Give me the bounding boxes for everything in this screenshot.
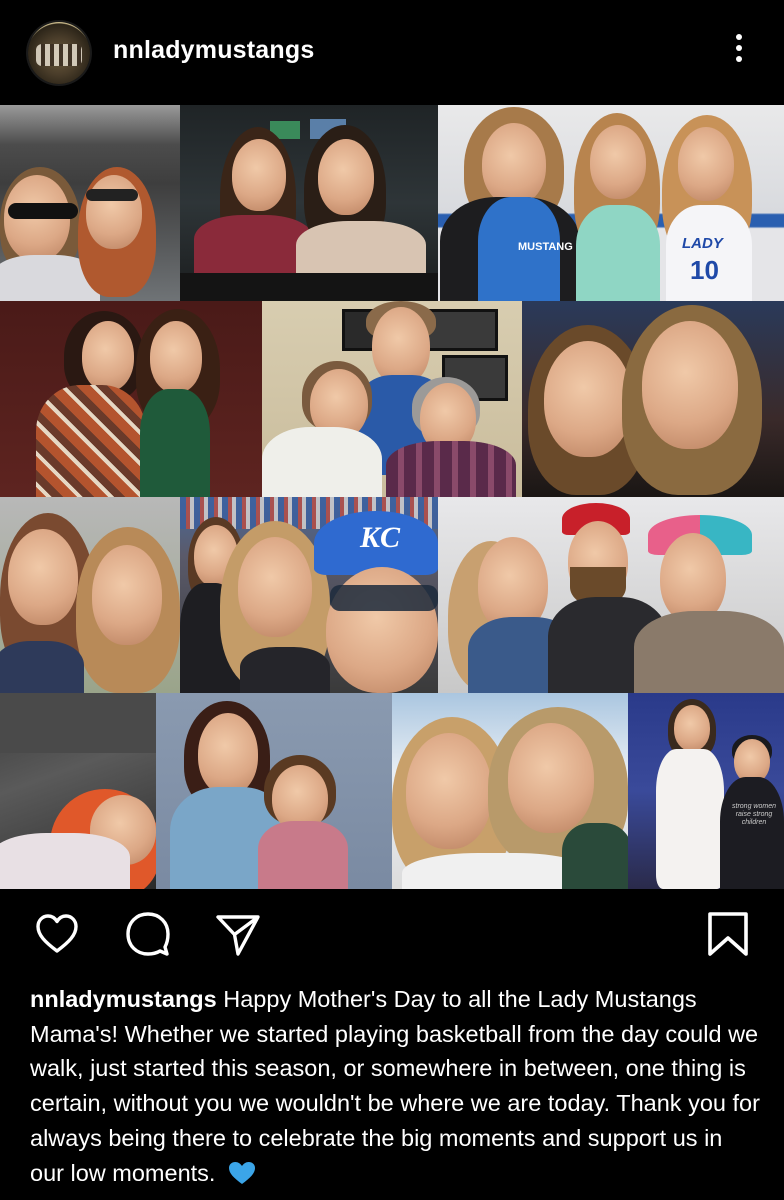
profile-avatar[interactable] (28, 22, 90, 84)
post-caption: nnladymustangs Happy Mother's Day to all… (30, 982, 760, 1190)
more-options-icon[interactable] (728, 34, 750, 74)
photo-plaid-and-green-dress (0, 301, 262, 497)
photo-family-hats (438, 497, 784, 693)
caption-username[interactable]: nnladymustangs (30, 986, 217, 1012)
shirt-text-mustangs: MUSTANG (518, 241, 573, 253)
jersey-text-lady: LADY (682, 235, 723, 252)
photo-stadium-kc-cap: KC (180, 497, 438, 693)
photo-gym-three-people: MUSTANG LADY 10 (438, 105, 784, 301)
bookmark-icon[interactable] (704, 910, 752, 958)
photo-three-women-indoor (262, 301, 522, 497)
photo-dark-selfie (522, 301, 784, 497)
shirt-text-strong-women: strong women raise strong children (732, 803, 776, 826)
photo-prom-white-dress: strong women raise strong children (628, 693, 784, 889)
photo-child-in-car (0, 693, 156, 889)
photo-outdoor-selfie (0, 497, 180, 693)
photo-beach-selfie (392, 693, 628, 889)
post-username[interactable]: nnladymustangs (113, 36, 314, 65)
photo-restaurant-booth (180, 105, 438, 301)
post-header: nnladymustangs (0, 0, 784, 105)
avatar-team-photo (36, 44, 82, 66)
send-icon[interactable] (214, 910, 262, 958)
caption-text: Happy Mother's Day to all the Lady Musta… (30, 986, 760, 1186)
photo-collage[interactable]: MUSTANG LADY 10 KC strong women raise st… (0, 105, 784, 889)
jersey-number: 10 (690, 255, 719, 285)
blue-heart-emoji (228, 1160, 256, 1184)
cap-text-kc: KC (360, 521, 401, 554)
photo-vintage-mother-daughter (156, 693, 392, 889)
heart-icon[interactable] (33, 910, 81, 958)
photo-car-selfie (0, 105, 180, 301)
comment-icon[interactable] (124, 910, 172, 958)
post-actions-bar (0, 889, 784, 979)
